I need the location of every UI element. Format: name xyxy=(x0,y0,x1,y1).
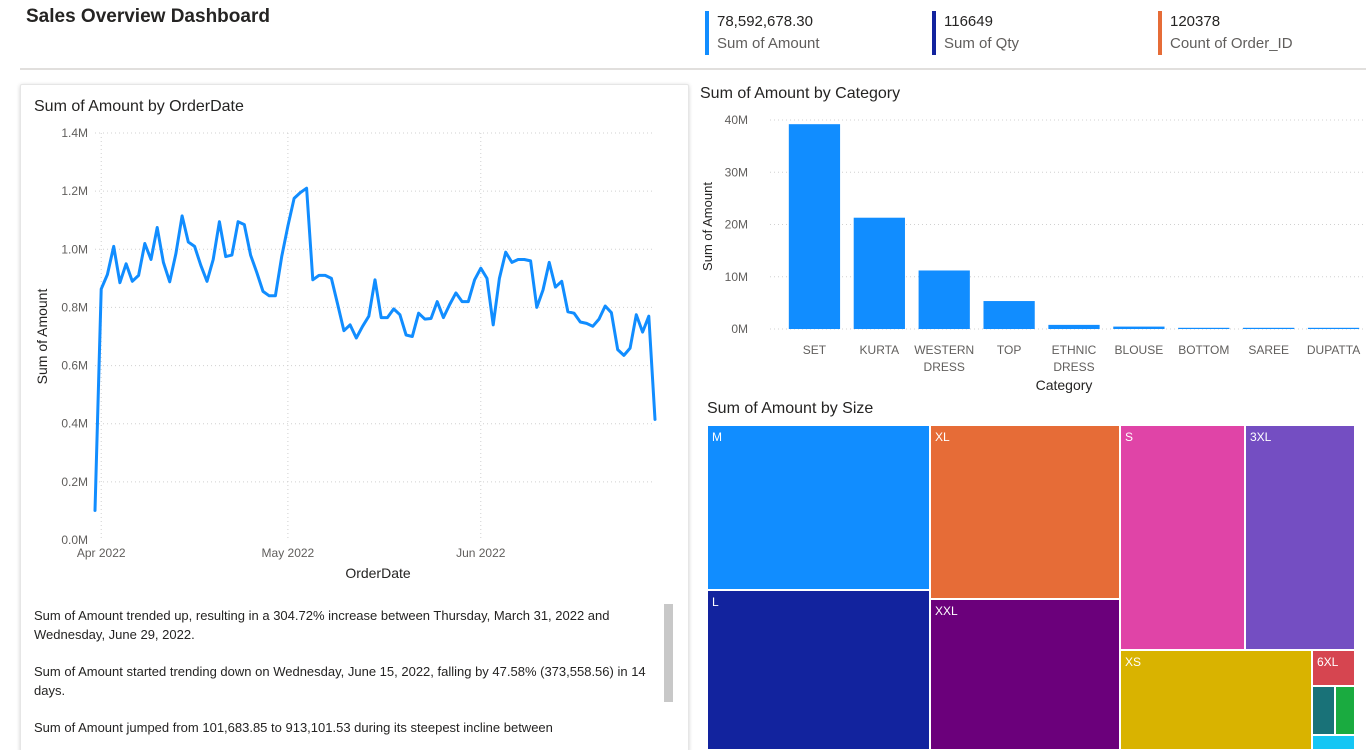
tile-label: 6XL xyxy=(1317,655,1339,669)
narrative-paragraph: Sum of Amount jumped from 101,683.85 to … xyxy=(34,720,553,735)
x-tick-label: TOP xyxy=(997,343,1021,357)
treemap-tile-s[interactable]: S xyxy=(1120,425,1245,650)
y-tick-label: 10M xyxy=(725,270,748,284)
kpi-accent-bar xyxy=(1158,11,1162,55)
x-tick-label: Jun 2022 xyxy=(456,546,506,560)
kpi-value: 78,592,678.30 xyxy=(717,13,813,30)
tile-label: M xyxy=(712,430,722,444)
treemap-tile-6xl[interactable]: 6XL xyxy=(1312,650,1355,686)
kpi-count-of-order-id[interactable]: 120378 Count of Order_ID xyxy=(1158,11,1293,55)
x-tick-label: WESTERN xyxy=(914,343,974,357)
bar xyxy=(1307,327,1360,329)
tile-label: XXL xyxy=(935,604,958,618)
bar xyxy=(788,124,841,330)
bar-chart[interactable]: 0M 10M 20M 30M 40M SET KURTA WESTERN DRESS TOP ETH… xyxy=(694,108,1368,398)
tile-label: 3XL xyxy=(1250,430,1272,444)
y-tick-label: 0.8M xyxy=(61,300,88,314)
smart-narrative[interactable]: Sum of Amount trended up, resulting in a… xyxy=(34,606,664,750)
kpi-label: Sum of Qty xyxy=(944,35,1020,52)
treemap-tile-xxl[interactable]: XXL xyxy=(930,599,1120,750)
x-tick-label: SAREE xyxy=(1248,343,1289,357)
bar xyxy=(1178,327,1230,329)
line-chart-title: Sum of Amount by OrderDate xyxy=(34,98,244,115)
x-tick-label: KURTA xyxy=(860,343,900,357)
treemap-tile-xs[interactable]: XS xyxy=(1120,650,1312,750)
y-tick-label: 0M xyxy=(731,322,748,336)
bar xyxy=(1243,327,1295,329)
x-tick-label: BLOUSE xyxy=(1115,343,1164,357)
y-tick-label: 0.2M xyxy=(61,475,88,489)
kpi-accent-bar xyxy=(932,11,936,55)
narrative-paragraph: Sum of Amount trended up, resulting in a… xyxy=(34,608,610,642)
x-tick-label: ETHNIC xyxy=(1052,343,1097,357)
x-tick-label: DRESS xyxy=(1053,360,1094,374)
y-tick-label: 0.6M xyxy=(61,359,88,373)
treemap-tile-small-2[interactable] xyxy=(1335,686,1355,735)
kpi-label: Sum of Amount xyxy=(717,35,820,52)
treemap-tile-l[interactable]: L xyxy=(707,590,930,750)
y-tick-label: 1.2M xyxy=(61,184,88,198)
bar xyxy=(853,217,905,329)
x-tick-label: DUPATTA xyxy=(1307,343,1360,357)
tile-label: S xyxy=(1125,430,1134,444)
narrative-paragraph: Sum of Amount started trending down on W… xyxy=(34,664,646,698)
bar xyxy=(918,270,970,329)
header-divider xyxy=(20,68,1366,70)
kpi-value: 116649 xyxy=(944,13,993,30)
x-axis-title: Category xyxy=(1036,377,1093,393)
bar xyxy=(1048,324,1100,329)
y-tick-label: 20M xyxy=(725,218,748,232)
x-tick-label: May 2022 xyxy=(262,546,315,560)
x-tick-label: DRESS xyxy=(924,360,965,374)
y-tick-label: 40M xyxy=(725,113,748,127)
kpi-sum-of-qty[interactable]: 116649 Sum of Qty xyxy=(932,11,1019,55)
y-tick-label: 30M xyxy=(725,165,748,179)
tile-label: L xyxy=(712,595,719,609)
kpi-label: Count of Order_ID xyxy=(1170,35,1293,52)
kpi-value: 120378 xyxy=(1170,13,1221,30)
treemap-tile-m[interactable]: M xyxy=(707,425,930,590)
tile-label: XS xyxy=(1125,655,1142,669)
y-tick-label: 0.0M xyxy=(61,533,88,547)
x-axis-title: OrderDate xyxy=(345,565,411,581)
y-tick-label: 0.4M xyxy=(61,417,88,431)
line-chart[interactable]: 0.0M 0.2M 0.4M 0.6M 0.8M 1.0M 1.2M 1.4M Apr 2022… xyxy=(20,120,680,590)
x-tick-label: BOTTOM xyxy=(1178,343,1229,357)
bar xyxy=(1113,326,1165,329)
kpi-accent-bar xyxy=(705,11,709,55)
treemap-tile-small-3[interactable] xyxy=(1312,735,1355,750)
y-axis-title: Sum of Amount xyxy=(700,182,715,271)
dashboard-title: Sales Overview Dashboard xyxy=(26,6,270,27)
kpi-sum-of-amount[interactable]: 78,592,678.30 Sum of Amount xyxy=(705,11,820,55)
x-tick-label: Apr 2022 xyxy=(77,546,126,560)
bar xyxy=(983,301,1035,329)
treemap-tile-3xl[interactable]: 3XL xyxy=(1245,425,1355,650)
series-line xyxy=(93,186,657,512)
tile-label: XL xyxy=(935,430,950,444)
narrative-scrollbar[interactable] xyxy=(664,604,673,702)
x-tick-label: SET xyxy=(803,343,827,357)
bar-chart-title: Sum of Amount by Category xyxy=(700,85,901,102)
treemap[interactable]: M L XL XXL S XS 3XL 6XL xyxy=(707,425,1355,750)
y-tick-label: 1.0M xyxy=(61,242,88,256)
treemap-title: Sum of Amount by Size xyxy=(707,400,874,417)
y-axis-title: Sum of Amount xyxy=(34,289,50,385)
treemap-tile-small-1[interactable] xyxy=(1312,686,1335,735)
treemap-tile-xl[interactable]: XL xyxy=(930,425,1120,599)
y-tick-label: 1.4M xyxy=(61,126,88,140)
